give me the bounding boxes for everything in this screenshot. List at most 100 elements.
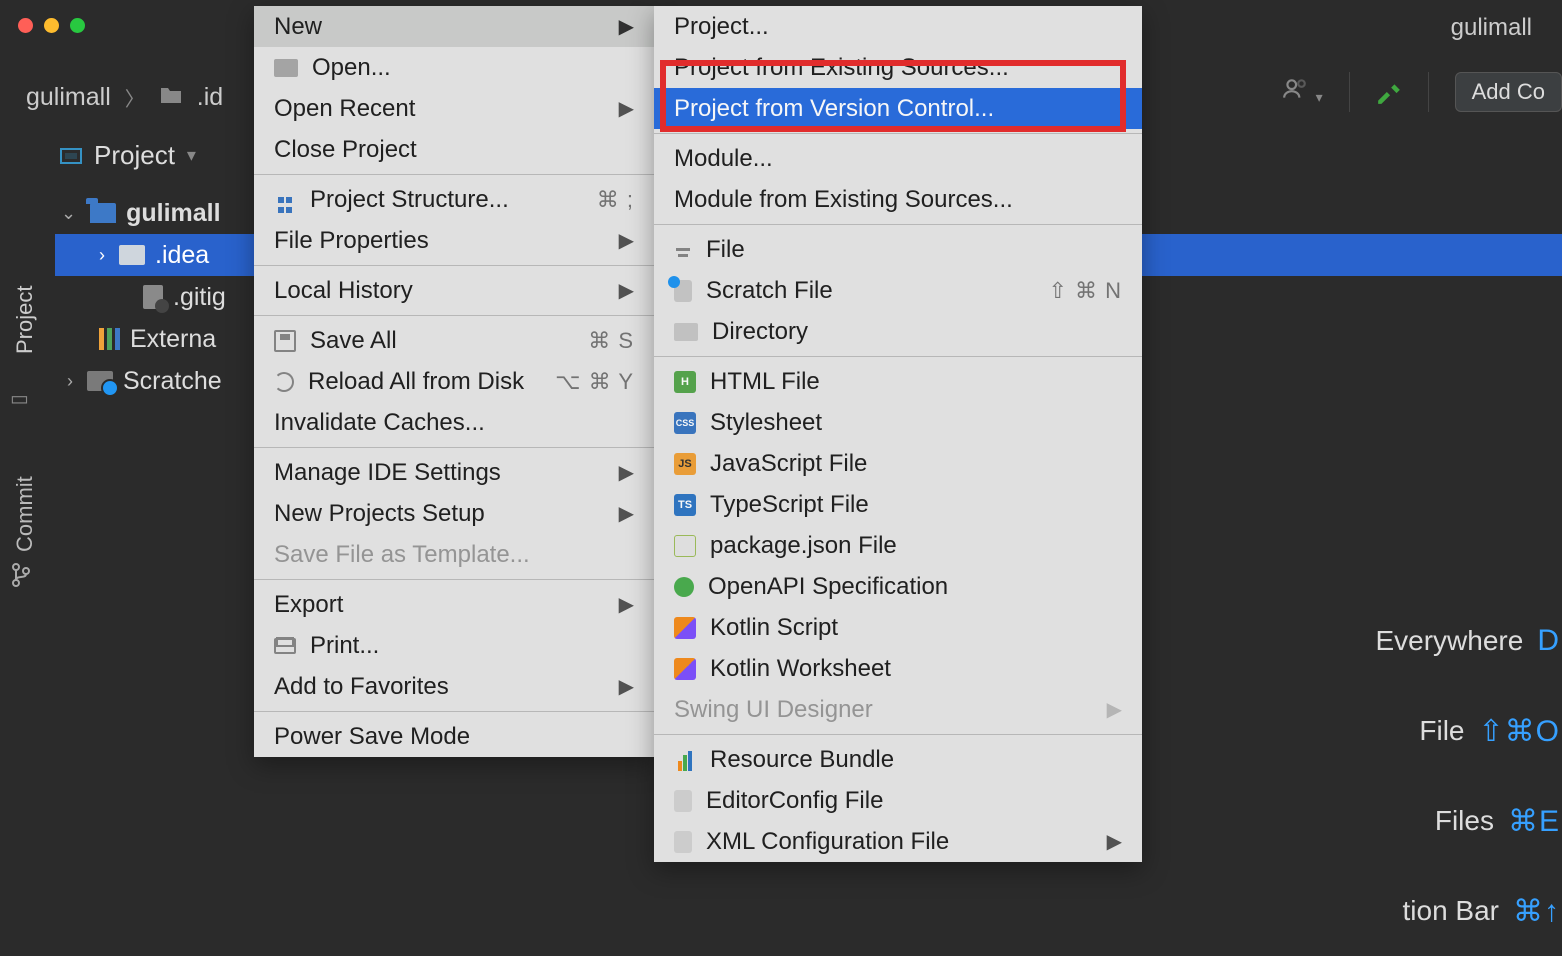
menu-item-openapi[interactable]: OpenAPI Specification [654, 566, 1142, 607]
build-button[interactable] [1376, 79, 1402, 105]
menu-item-typescript-file[interactable]: TSTypeScript File [654, 484, 1142, 525]
menu-item-new-projects-setup[interactable]: New Projects Setup ▶ [254, 493, 654, 534]
project-panel-header[interactable]: Project ▾ [60, 140, 196, 171]
menu-separator [654, 133, 1142, 134]
menu-item-kotlin-worksheet[interactable]: Kotlin Worksheet [654, 648, 1142, 689]
chevron-right-icon[interactable]: › [99, 245, 105, 266]
tool-window-project-tab[interactable]: Project [12, 286, 38, 354]
file-icon [674, 239, 692, 261]
menu-label: File Properties [274, 227, 429, 255]
menu-label: EditorConfig File [706, 787, 883, 815]
menu-item-new-project[interactable]: Project... [654, 6, 1142, 47]
menu-item-manage-ide[interactable]: Manage IDE Settings ▶ [254, 452, 654, 493]
menu-item-open-recent[interactable]: Open Recent ▶ [254, 88, 654, 129]
tool-window-commit-tab[interactable]: Commit [12, 476, 38, 552]
menu-label: Open Recent [274, 95, 415, 123]
menu-label: Module from Existing Sources... [674, 186, 1013, 214]
menu-item-resource-bundle[interactable]: Resource Bundle [654, 739, 1142, 780]
branch-icon[interactable] [12, 562, 30, 593]
menu-label: Directory [712, 318, 808, 346]
menu-item-new-file[interactable]: File [654, 229, 1142, 270]
menu-item-open[interactable]: Open... [254, 47, 654, 88]
close-window-icon[interactable] [18, 18, 33, 33]
menu-separator [254, 447, 654, 448]
menu-item-power-save[interactable]: Power Save Mode [254, 716, 654, 757]
menu-item-save-all[interactable]: Save All ⌘ S [254, 320, 654, 361]
hint-label: File [1419, 715, 1464, 747]
user-icon[interactable]: ▾ [1282, 76, 1322, 109]
tree-label: .gitig [173, 283, 226, 312]
menu-item-invalidate-caches[interactable]: Invalidate Caches... [254, 402, 654, 443]
submenu-arrow-icon: ▶ [1107, 697, 1122, 722]
menu-label: Invalidate Caches... [274, 409, 485, 437]
breadcrumb-folder[interactable]: .id [197, 83, 223, 112]
maximize-window-icon[interactable] [70, 18, 85, 33]
menu-item-close-project[interactable]: Close Project [254, 129, 654, 170]
scratches-icon [87, 371, 113, 391]
menu-item-javascript-file[interactable]: JSJavaScript File [654, 443, 1142, 484]
menu-label: HTML File [710, 368, 820, 396]
menu-label: Project from Existing Sources... [674, 54, 1009, 82]
menu-item-package-json[interactable]: package.json File [654, 525, 1142, 566]
menu-label: Project from Version Control... [674, 95, 994, 123]
menu-item-editorconfig[interactable]: EditorConfig File [654, 780, 1142, 821]
submenu-arrow-icon: ▶ [619, 501, 634, 526]
menu-separator [254, 315, 654, 316]
titlebar-project-name: gulimall [1451, 14, 1532, 42]
menu-item-kotlin-script[interactable]: Kotlin Script [654, 607, 1142, 648]
menu-item-project-existing[interactable]: Project from Existing Sources... [654, 47, 1142, 88]
welcome-shortcuts: Everywhere D File ⇧⌘O Files ⌘E tion Bar … [1375, 596, 1560, 956]
hint-label: tion Bar [1403, 895, 1500, 927]
hint-shortcut: ⌘E [1508, 804, 1560, 839]
menu-item-html-file[interactable]: HHTML File [654, 361, 1142, 402]
scratch-file-icon [674, 280, 692, 302]
menu-separator [654, 356, 1142, 357]
menu-label: Save File as Template... [274, 541, 530, 569]
menu-item-file-properties[interactable]: File Properties ▶ [254, 220, 654, 261]
menu-label: OpenAPI Specification [708, 573, 948, 601]
file-menu[interactable]: New ▶ Open... Open Recent ▶ Close Projec… [254, 6, 654, 757]
folder-icon [159, 83, 183, 112]
menu-item-print[interactable]: Print... [254, 625, 654, 666]
menu-label: Power Save Mode [274, 723, 470, 751]
window-traffic-lights[interactable] [18, 18, 85, 33]
menu-item-new-module[interactable]: Module... [654, 138, 1142, 179]
menu-item-project-structure[interactable]: Project Structure... ⌘ ; [254, 179, 654, 220]
minimize-window-icon[interactable] [44, 18, 59, 33]
xml-icon [674, 831, 692, 853]
tree-label: Scratche [123, 367, 222, 396]
chevron-down-icon[interactable]: ▾ [187, 145, 196, 166]
menu-label: Local History [274, 277, 413, 305]
menu-label: Module... [674, 145, 773, 173]
menu-label: Manage IDE Settings [274, 459, 501, 487]
menu-item-xml-config[interactable]: XML Configuration File ▶ [654, 821, 1142, 862]
new-submenu[interactable]: Project... Project from Existing Sources… [654, 6, 1142, 862]
javascript-icon: JS [674, 453, 696, 475]
menu-item-export[interactable]: Export ▶ [254, 584, 654, 625]
breadcrumb-root[interactable]: gulimall [26, 83, 111, 112]
chevron-right-icon: 〉 [125, 83, 145, 112]
chevron-down-icon[interactable]: ⌄ [61, 203, 76, 224]
kotlin-icon [674, 658, 696, 680]
menu-label: Add to Favorites [274, 673, 449, 701]
toolbar-divider [1349, 72, 1350, 112]
add-configuration-button[interactable]: Add Co [1455, 72, 1562, 112]
menu-item-reload[interactable]: Reload All from Disk ⌥ ⌘ Y [254, 361, 654, 402]
menu-separator [254, 265, 654, 266]
menu-item-directory[interactable]: Directory [654, 311, 1142, 352]
menu-shortcut: ⌘ ; [597, 187, 634, 213]
menu-item-new[interactable]: New ▶ [254, 6, 654, 47]
breadcrumb[interactable]: gulimall 〉 .id [26, 83, 223, 112]
menu-item-scratch-file[interactable]: Scratch File ⇧ ⌘ N [654, 270, 1142, 311]
menu-item-local-history[interactable]: Local History ▶ [254, 270, 654, 311]
file-icon[interactable]: ▭ [10, 386, 29, 411]
menu-item-module-existing[interactable]: Module from Existing Sources... [654, 179, 1142, 220]
menu-label: TypeScript File [710, 491, 869, 519]
menu-item-project-vcs[interactable]: Project from Version Control... [654, 88, 1142, 129]
menu-item-swing-designer[interactable]: Swing UI Designer ▶ [654, 689, 1142, 730]
menu-shortcut: ⌘ S [588, 328, 634, 354]
menu-item-add-favorites[interactable]: Add to Favorites ▶ [254, 666, 654, 707]
toolbar-right: ▾ Add Co [1282, 72, 1562, 112]
menu-item-stylesheet[interactable]: CSSStylesheet [654, 402, 1142, 443]
chevron-right-icon[interactable]: › [67, 371, 73, 392]
